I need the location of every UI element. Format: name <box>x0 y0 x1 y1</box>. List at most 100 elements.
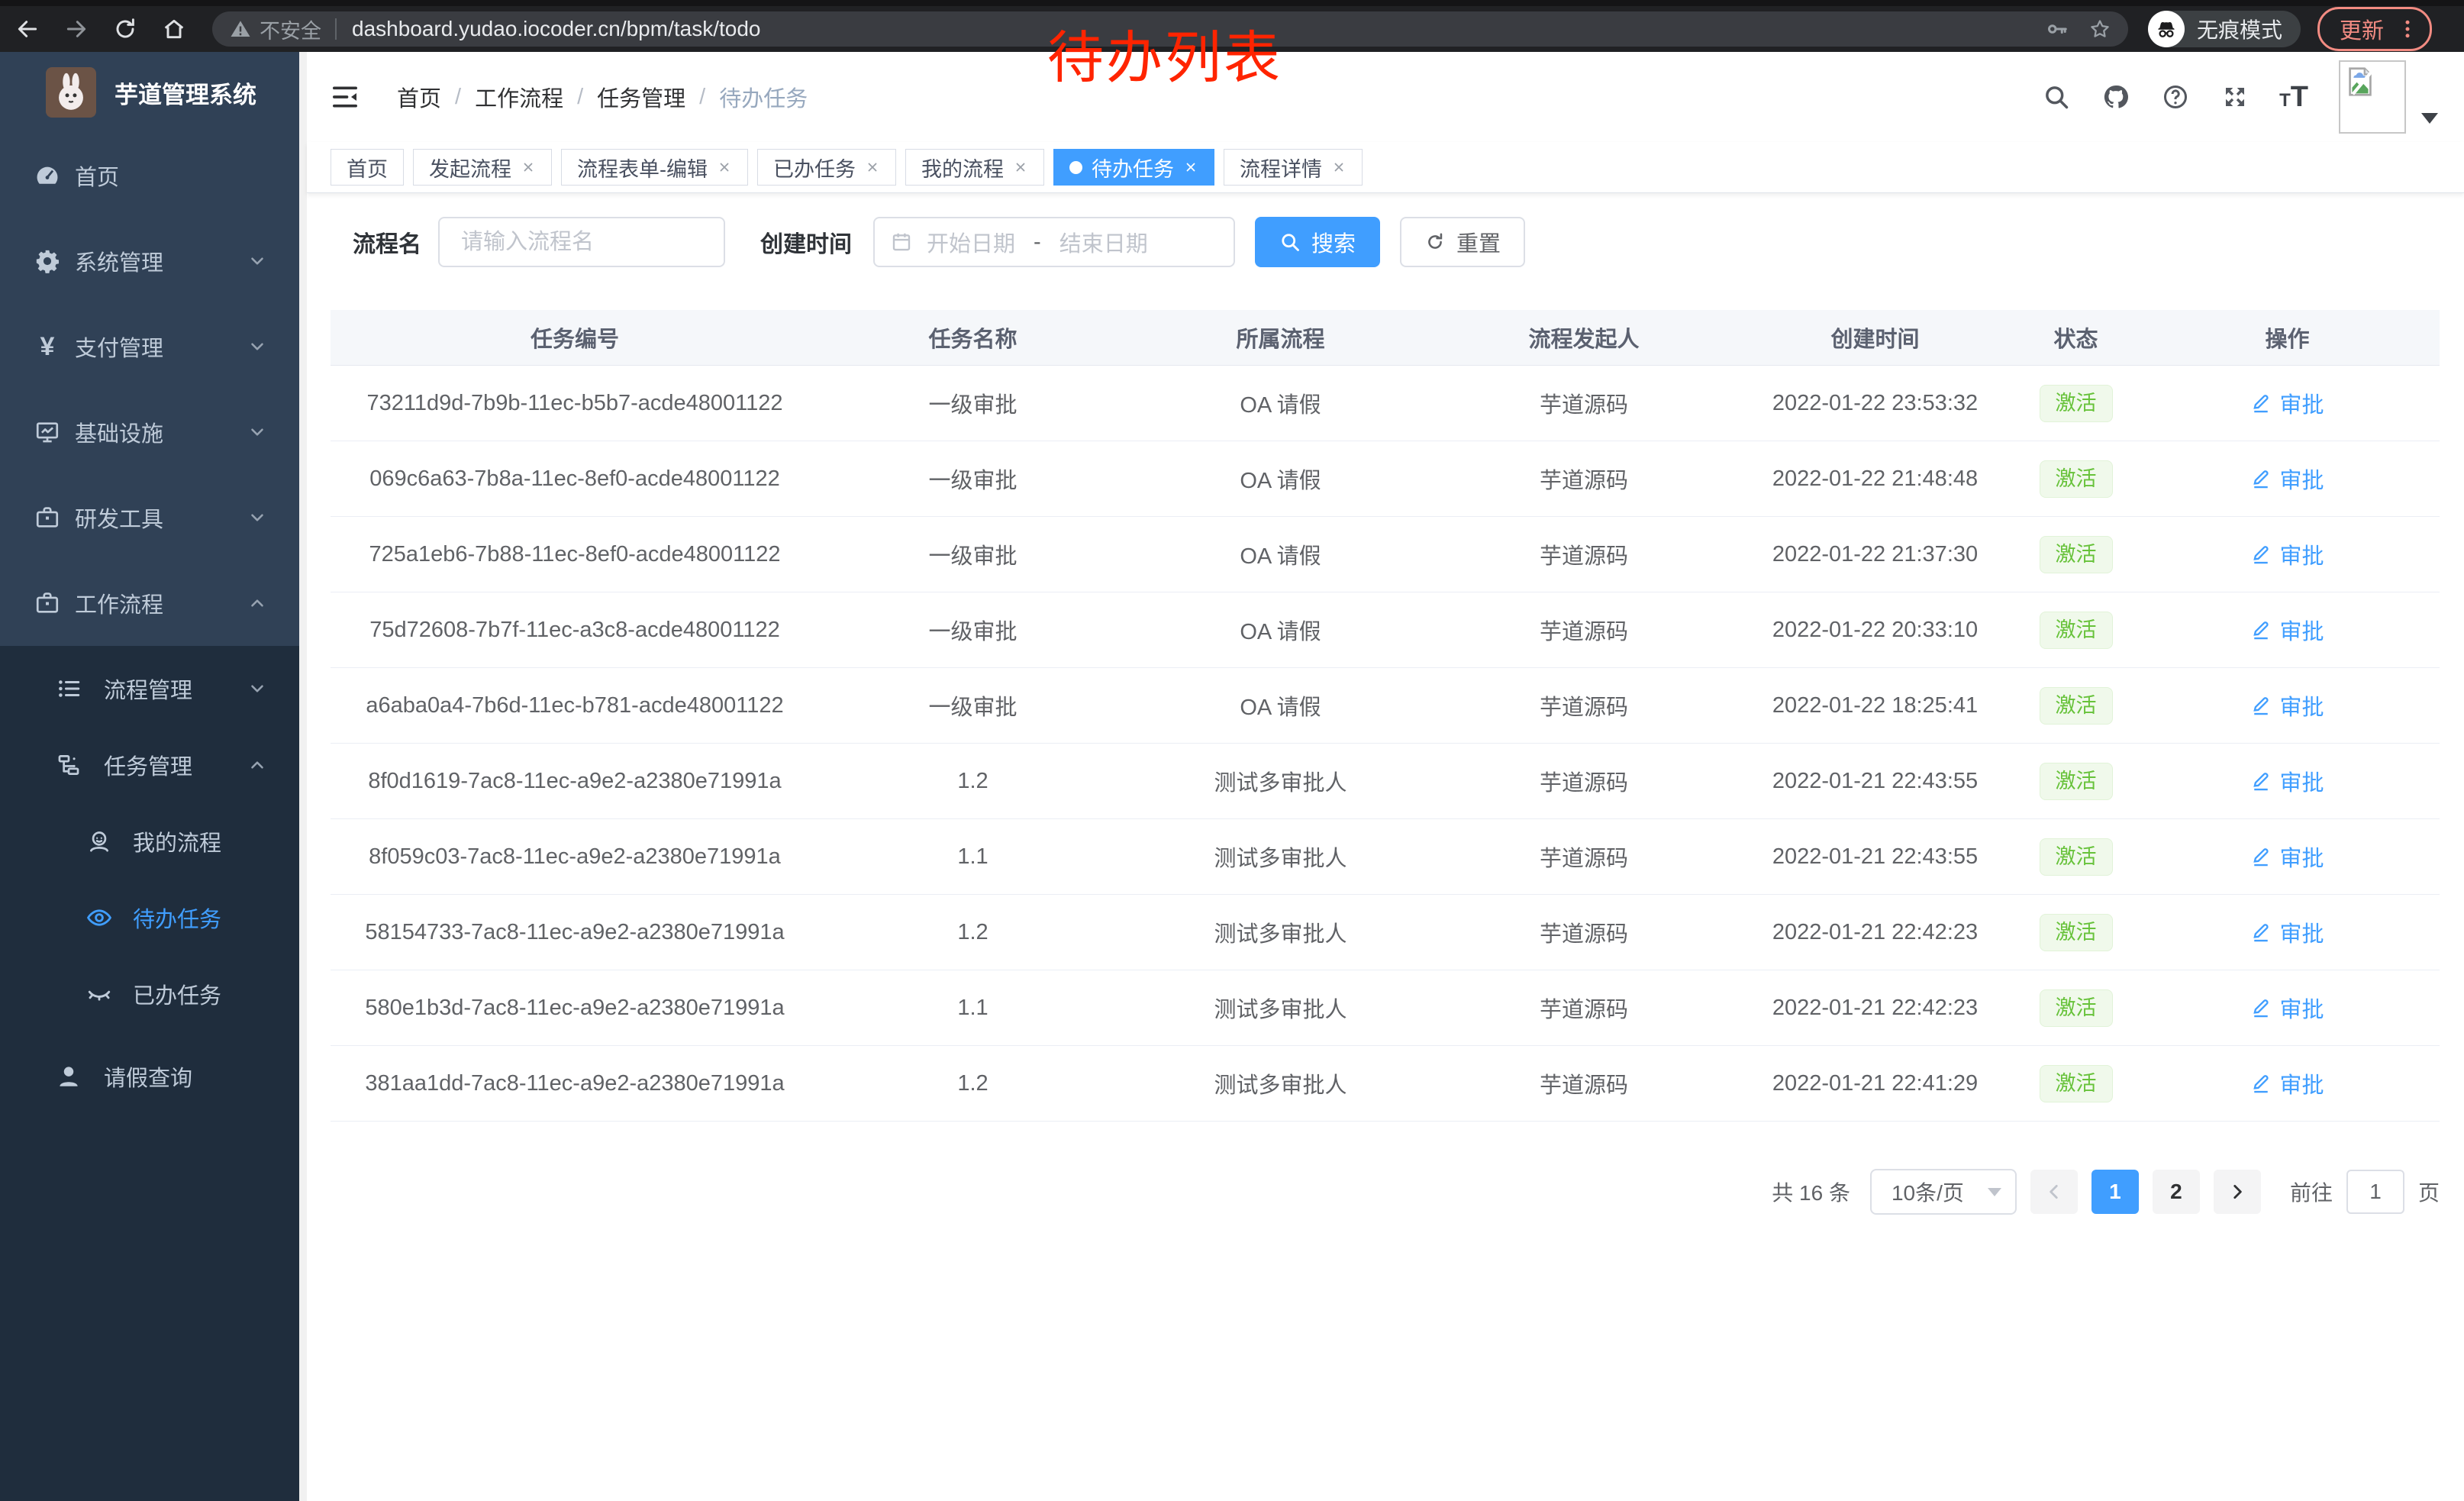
edit-pencil-icon <box>2250 695 2272 716</box>
bookmark-star-icon[interactable] <box>2088 18 2111 40</box>
close-icon[interactable] <box>717 160 732 175</box>
approve-link[interactable]: 审批 <box>2250 463 2324 495</box>
reset-button[interactable]: 重置 <box>1400 217 1525 267</box>
sidebar-item-home[interactable]: 首页 <box>0 133 299 218</box>
status-badge: 激活 <box>2040 687 2113 725</box>
column-header: 任务名称 <box>819 321 1127 353</box>
approve-link[interactable]: 审批 <box>2250 1067 2324 1099</box>
password-key-icon[interactable] <box>2046 18 2069 40</box>
update-label: 更新 <box>2340 13 2384 45</box>
app-logo[interactable]: 芋道管理系统 <box>0 52 299 133</box>
approve-link[interactable]: 审批 <box>2250 538 2324 570</box>
address-bar[interactable]: 不安全 dashboard.yudao.iocoder.cn/bpm/task/… <box>212 11 2128 47</box>
goto-page-input[interactable] <box>2346 1170 2404 1214</box>
tab-my-process[interactable]: 我的流程 <box>905 149 1044 186</box>
page-button-1[interactable]: 1 <box>2091 1170 2139 1214</box>
close-icon[interactable] <box>1331 160 1346 175</box>
tab-todo-tasks[interactable]: 待办任务 <box>1053 149 1214 186</box>
help-question-icon[interactable] <box>2160 82 2191 112</box>
browser-chrome: 不安全 dashboard.yudao.iocoder.cn/bpm/task/… <box>0 0 2464 52</box>
sidebar-item-infrastructure[interactable]: 基础设施 <box>0 389 299 475</box>
process-name-input[interactable] <box>438 217 725 267</box>
browser-reload-icon[interactable] <box>108 12 142 46</box>
search-button[interactable]: 搜索 <box>1255 217 1380 267</box>
edit-pencil-icon <box>2250 544 2272 565</box>
browser-back-icon[interactable] <box>11 12 44 46</box>
browser-forward-icon[interactable] <box>60 12 93 46</box>
next-page-button[interactable] <box>2214 1170 2261 1214</box>
screen: 不安全 dashboard.yudao.iocoder.cn/bpm/task/… <box>0 0 2464 1501</box>
approve-link[interactable]: 审批 <box>2250 387 2324 419</box>
sidebar-collapse-icon[interactable] <box>330 82 360 112</box>
tag-tabs-bar: 首页 发起流程 流程表单-编辑 已办任务 我的流程 <box>307 142 2464 193</box>
approve-link[interactable]: 审批 <box>2250 689 2324 721</box>
page-size-select[interactable]: 10条/页 <box>1870 1169 2017 1215</box>
app-title: 芋道管理系统 <box>114 76 256 110</box>
breadcrumb-current: 待办任务 <box>719 81 808 113</box>
column-header: 状态 <box>2017 321 2135 353</box>
workflow-submenu: 流程管理 任务管理 我的流程 <box>0 646 299 1501</box>
end-date-placeholder: 结束日期 <box>1059 226 1148 258</box>
column-header: 操作 <box>2135 321 2440 353</box>
breadcrumb-task-mgmt[interactable]: 任务管理 <box>597 81 685 113</box>
tab-form-edit[interactable]: 流程表单-编辑 <box>561 149 748 186</box>
font-size-icon[interactable]: TT <box>2279 82 2308 112</box>
update-button[interactable]: 更新 <box>2317 7 2432 51</box>
approve-link[interactable]: 审批 <box>2250 916 2324 948</box>
sidebar-item-todo-tasks[interactable]: 待办任务 <box>0 880 299 956</box>
sidebar-item-my-process[interactable]: 我的流程 <box>0 803 299 880</box>
approve-link[interactable]: 审批 <box>2250 614 2324 646</box>
sidebar-item-done-tasks[interactable]: 已办任务 <box>0 956 299 1032</box>
close-icon[interactable] <box>865 160 880 175</box>
close-icon[interactable] <box>1183 160 1198 175</box>
briefcase-icon <box>34 504 61 531</box>
logo-avatar <box>46 67 96 118</box>
security-label: 不安全 <box>260 15 321 44</box>
sidebar-item-payment[interactable]: ¥ 支付管理 <box>0 304 299 389</box>
approve-link[interactable]: 审批 <box>2250 992 2324 1024</box>
sidebar-scrollbar[interactable] <box>299 52 307 1501</box>
approve-link[interactable]: 审批 <box>2250 765 2324 797</box>
active-tab-dot <box>1069 161 1082 174</box>
github-icon[interactable] <box>2101 82 2131 112</box>
browser-home-icon[interactable] <box>157 12 191 46</box>
table-row: 73211d9d-7b9b-11ec-b5b7-acde48001122 一级审… <box>331 366 2440 441</box>
sidebar-item-devtools[interactable]: 研发工具 <box>0 475 299 560</box>
close-icon[interactable] <box>1013 160 1028 175</box>
tab-done-tasks[interactable]: 已办任务 <box>757 149 896 186</box>
search-icon[interactable] <box>2041 82 2072 112</box>
status-badge: 激活 <box>2040 460 2113 498</box>
incognito-label: 无痕模式 <box>2197 14 2282 44</box>
navbar: 首页 / 工作流程 / 任务管理 / 待办任务 <box>307 52 2464 142</box>
close-icon[interactable] <box>521 160 536 175</box>
briefcase-icon <box>34 589 61 617</box>
sidebar-item-workflow[interactable]: 工作流程 <box>0 560 299 646</box>
page-button-2[interactable]: 2 <box>2153 1170 2200 1214</box>
approve-link[interactable]: 审批 <box>2250 841 2324 873</box>
eye-closed-icon <box>85 980 113 1008</box>
breadcrumb-home[interactable]: 首页 <box>397 81 441 113</box>
tab-start-process[interactable]: 发起流程 <box>413 149 552 186</box>
prev-page-button[interactable] <box>2030 1170 2078 1214</box>
avatar[interactable] <box>2339 60 2406 134</box>
edit-pencil-icon <box>2250 1073 2272 1094</box>
browser-menu-icon[interactable] <box>2396 18 2419 40</box>
chevron-up-icon <box>247 593 267 613</box>
user-icon <box>55 1063 82 1090</box>
fullscreen-icon[interactable] <box>2220 82 2250 112</box>
table-row: 069c6a63-7b8a-11ec-8ef0-acde48001122 一级审… <box>331 441 2440 517</box>
edit-pencil-icon <box>2250 770 2272 792</box>
goto-label: 前往 <box>2290 1177 2333 1207</box>
avatar-dropdown-caret[interactable] <box>2421 113 2438 124</box>
sidebar-item-task-mgmt[interactable]: 任务管理 <box>0 727 299 803</box>
process-name-label: 流程名 <box>353 225 421 259</box>
tab-home[interactable]: 首页 <box>331 149 404 186</box>
sidebar-item-process-mgmt[interactable]: 流程管理 <box>0 650 299 727</box>
total-count: 共 16 条 <box>1772 1177 1850 1207</box>
breadcrumb-workflow[interactable]: 工作流程 <box>475 81 563 113</box>
sidebar-item-leave-query[interactable]: 请假查询 <box>0 1038 299 1115</box>
security-warning-icon[interactable] <box>229 18 252 40</box>
tab-process-detail[interactable]: 流程详情 <box>1224 149 1363 186</box>
sidebar-item-system[interactable]: 系统管理 <box>0 218 299 304</box>
date-range-picker[interactable]: 开始日期 - 结束日期 <box>873 217 1235 267</box>
